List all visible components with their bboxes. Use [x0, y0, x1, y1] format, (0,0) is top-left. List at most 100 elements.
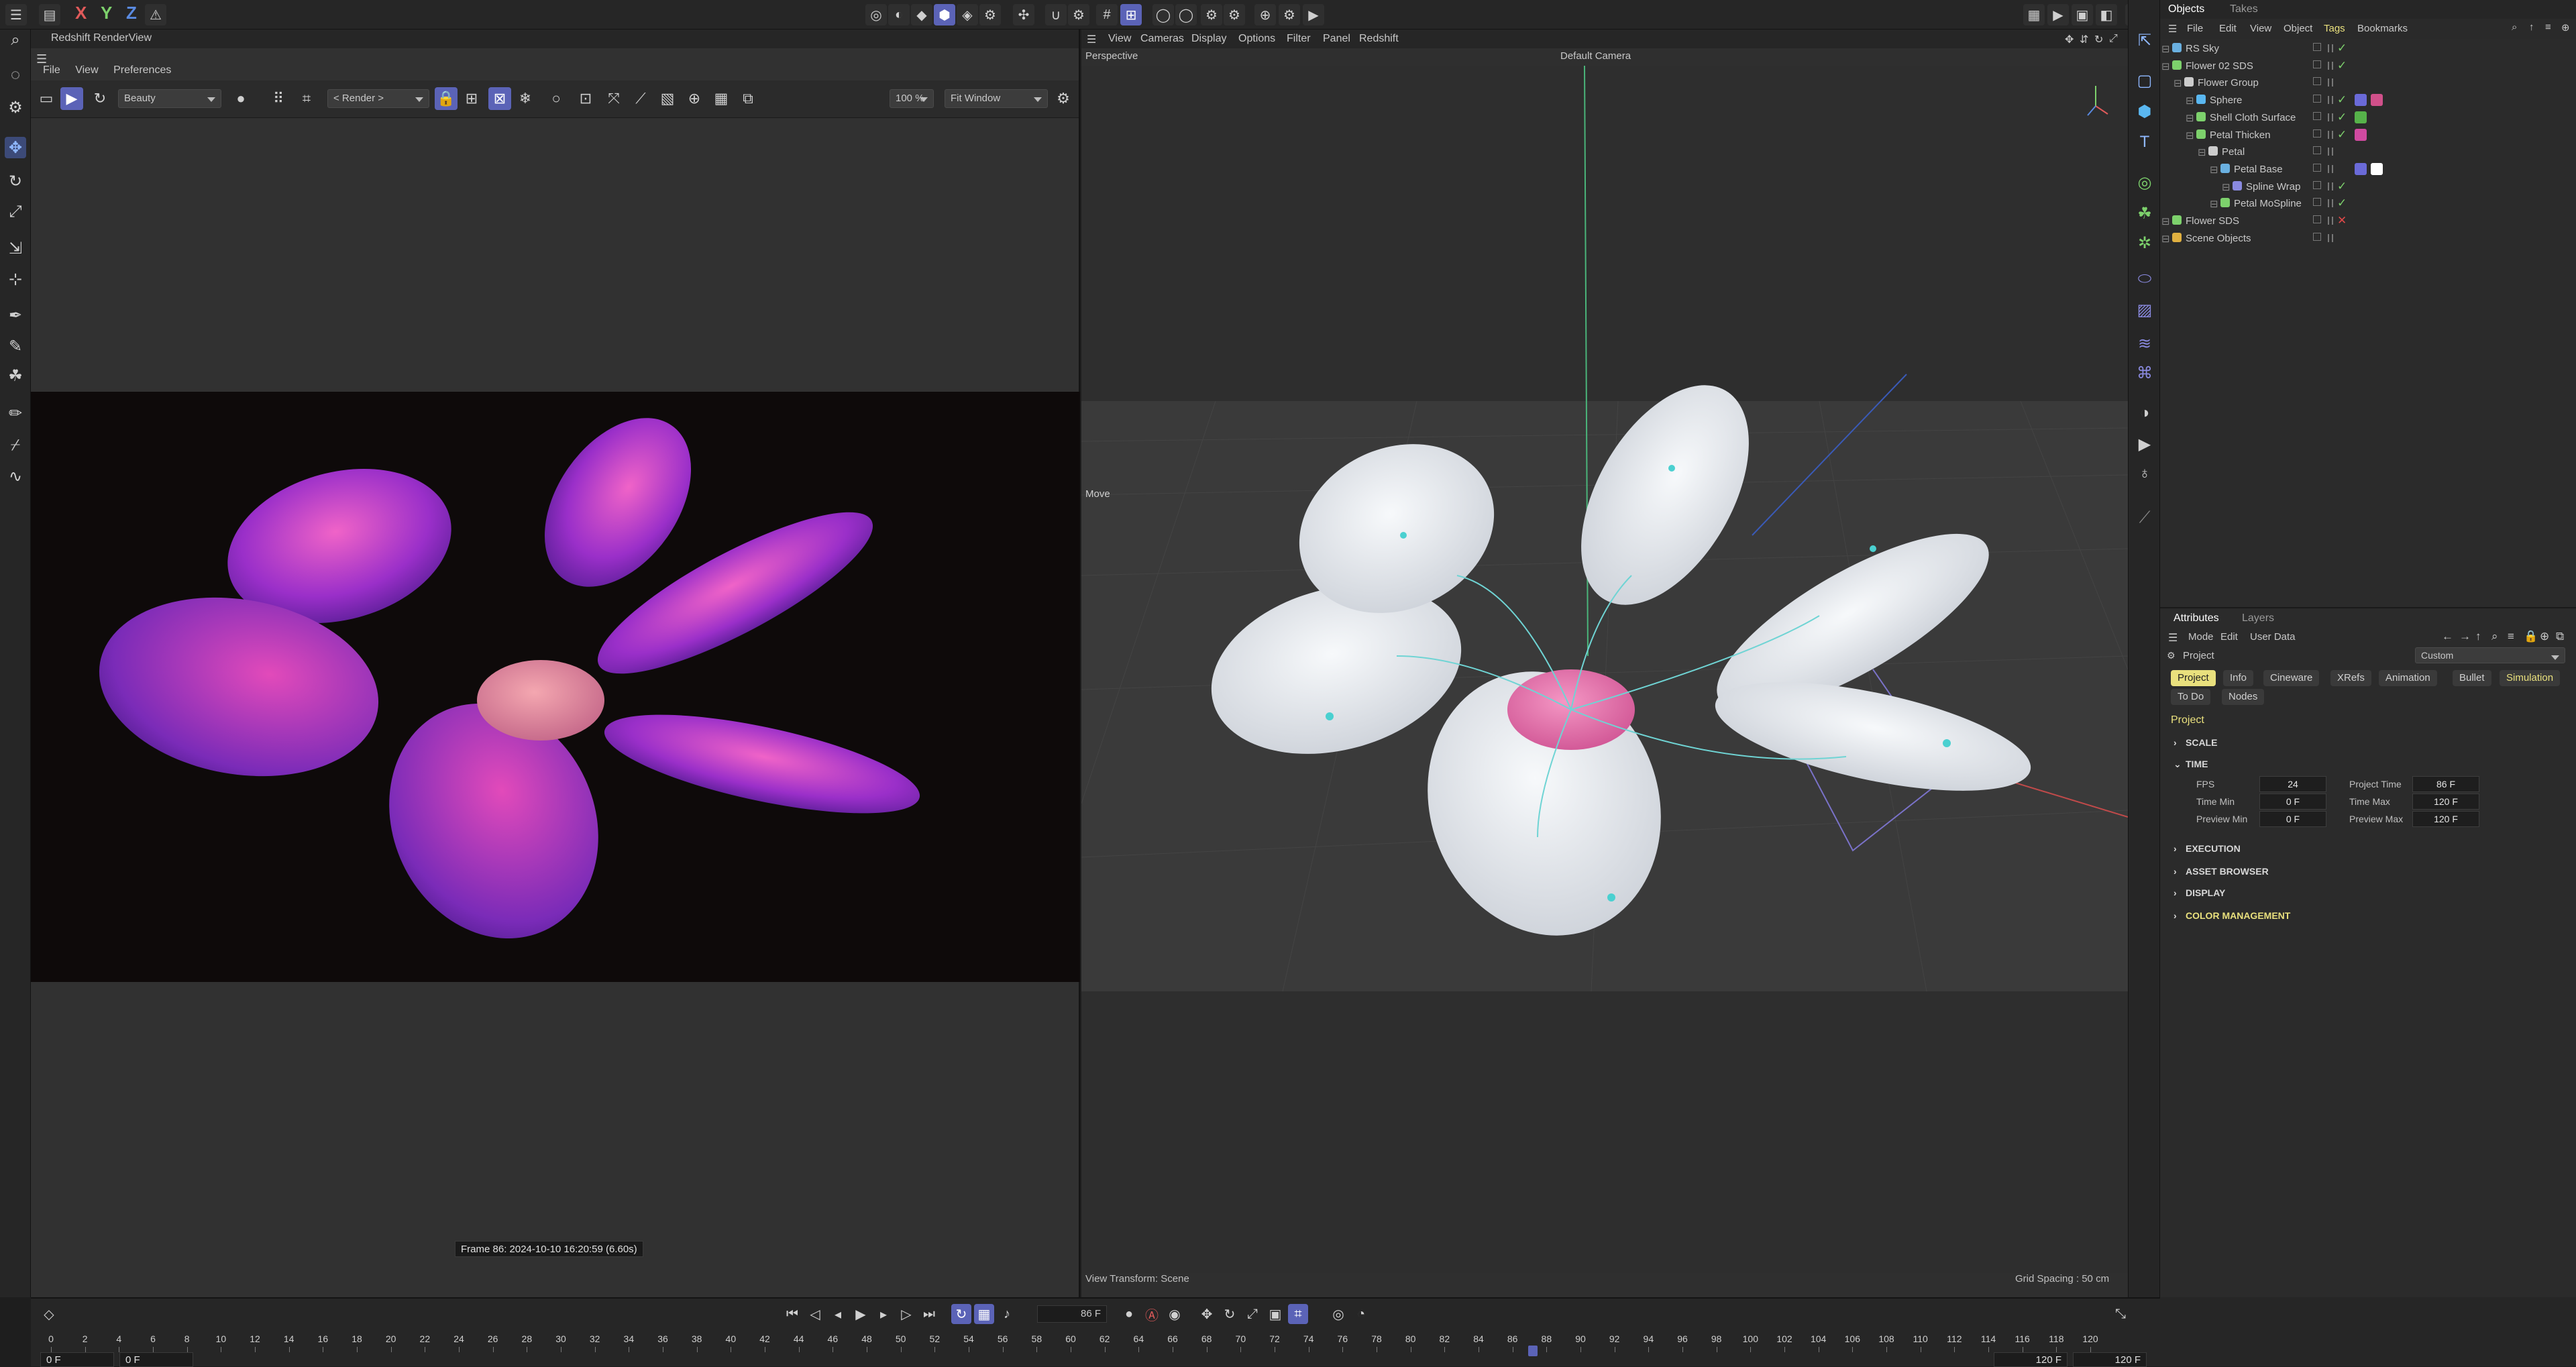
points-mode-icon[interactable]: ◆	[911, 4, 932, 25]
aov-select[interactable]: Beauty	[118, 89, 221, 108]
focus-icon[interactable]: ⊡	[574, 87, 597, 110]
object-row[interactable]: ⊟ Sphere ✓	[2160, 92, 2576, 109]
environment-icon[interactable]: ◑	[2134, 402, 2155, 424]
viewport-pan-icon[interactable]: ✥	[2065, 33, 2074, 46]
expand-toggle-icon[interactable]: ⊟	[2161, 43, 2170, 55]
tab-layers[interactable]: Layers	[2242, 612, 2274, 624]
objects-menu-bookmarks[interactable]: Bookmarks	[2357, 23, 2408, 34]
clapper-icon[interactable]: ▭	[35, 87, 58, 110]
expand-toggle-icon[interactable]: ⊟	[2210, 198, 2218, 210]
section-execution-toggle[interactable]: ›	[2174, 843, 2177, 854]
file-icon[interactable]: ▤	[39, 4, 60, 25]
menu-icon[interactable]: ☰	[5, 4, 27, 25]
object-row[interactable]: ⊟ Spline Wrap ✓	[2160, 178, 2576, 195]
layer-swatch[interactable]	[2313, 60, 2321, 68]
layer-swatch[interactable]	[2313, 95, 2321, 103]
start-frame-field[interactable]: 0 F	[40, 1352, 114, 1367]
attr-tab-animation[interactable]: Animation	[2379, 670, 2437, 686]
renderview-menu-preferences[interactable]: Preferences	[113, 64, 171, 76]
object-name[interactable]: Petal Base	[2234, 164, 2283, 175]
edit-icon[interactable]: ⟋	[2134, 507, 2155, 529]
objects-menu-tags[interactable]: Tags	[2324, 23, 2345, 34]
visibility-toggle[interactable]	[2328, 61, 2333, 70]
timeline-settings-icon[interactable]: ◔	[1351, 1304, 1371, 1324]
lock2-icon[interactable]: ◯	[1175, 4, 1197, 25]
up-arrow-icon[interactable]: ↑	[2475, 630, 2481, 643]
key-param-icon[interactable]: ▣	[1265, 1304, 1285, 1324]
section-execution[interactable]: EXECUTION	[2186, 843, 2241, 854]
knife-icon[interactable]: ⌿	[5, 435, 26, 456]
attr-tab-cineware[interactable]: Cineware	[2263, 670, 2320, 686]
ruler-icon[interactable]: ⟋	[629, 87, 652, 110]
attr-filter-icon[interactable]: ≡	[2508, 630, 2514, 643]
object-name[interactable]: Spline Wrap	[2246, 181, 2300, 193]
attributes-menu-edit[interactable]: Edit	[2220, 631, 2238, 643]
workplane-icon[interactable]: #	[1096, 4, 1118, 25]
objects-menu-edit[interactable]: Edit	[2219, 23, 2237, 34]
enabled-check-icon[interactable]: ✓	[2337, 197, 2347, 210]
subdivision-icon[interactable]: ◎	[2134, 172, 2155, 193]
expand-toggle-icon[interactable]: ⊟	[2186, 112, 2194, 124]
layer-swatch[interactable]	[2313, 77, 2321, 86]
renderview-menu-view[interactable]: View	[75, 64, 98, 76]
attributes-menu-userdata[interactable]: User Data	[2250, 631, 2296, 643]
expand-toggle-icon[interactable]: ⊟	[2174, 77, 2182, 89]
axis-mode-icon[interactable]: ✣	[1013, 4, 1034, 25]
save-image-icon[interactable]: ▧	[656, 87, 679, 110]
render-active-icon[interactable]: ▶	[2047, 4, 2069, 25]
enabled-check-icon[interactable]: ✓	[2337, 128, 2347, 142]
objects-up-icon[interactable]: ↑	[2529, 21, 2534, 33]
object-mode-icon[interactable]: ⬢	[934, 4, 955, 25]
sculpt-icon[interactable]: ✎	[5, 335, 26, 357]
forward-arrow-icon[interactable]: →	[2459, 630, 2471, 643]
attr-tab-project[interactable]: Project	[2171, 670, 2216, 686]
magnet-icon[interactable]: ∪	[1045, 4, 1067, 25]
lock-render-icon[interactable]: 🔒	[435, 87, 458, 110]
layer-swatch[interactable]	[2313, 43, 2321, 51]
smooth-icon[interactable]: ∿	[5, 466, 26, 487]
viewport-maximize-icon[interactable]: ⤢	[2109, 33, 2118, 45]
field-icon[interactable]: ▨	[2134, 299, 2155, 321]
section-scale-toggle[interactable]: ›	[2174, 737, 2177, 748]
object-row[interactable]: ⊟ Petal Thicken ✓	[2160, 127, 2576, 144]
live-selection-icon[interactable]: ◌	[5, 64, 26, 86]
current-frame-field[interactable]: 86 F	[1037, 1305, 1107, 1323]
deformer-icon[interactable]: ⬭	[2134, 268, 2155, 290]
attr-tab-simulation[interactable]: Simulation	[2500, 670, 2561, 686]
disabled-x-icon[interactable]: ✕	[2337, 214, 2347, 227]
layer-swatch[interactable]	[2313, 163, 2321, 172]
next-key-icon[interactable]: ▷	[896, 1304, 916, 1324]
layer-swatch[interactable]	[2313, 146, 2321, 155]
snap-settings-icon[interactable]: ⚙	[1068, 4, 1089, 25]
camera-label[interactable]: Default Camera	[1560, 50, 1631, 62]
effector-icon[interactable]: ✲	[2134, 232, 2155, 254]
section-asset-browser[interactable]: ASSET BROWSER	[2186, 866, 2269, 877]
light-icon[interactable]: ♁	[2134, 463, 2155, 484]
object-tag-icon[interactable]	[2371, 94, 2383, 107]
visibility-toggle[interactable]	[2328, 199, 2333, 208]
object-tag-icon[interactable]	[2355, 111, 2367, 123]
layer-swatch[interactable]	[2313, 111, 2321, 120]
cloner-icon[interactable]: ☘	[2134, 203, 2155, 224]
attr-tab-nodes[interactable]: Nodes	[2222, 689, 2265, 705]
coordinate-system-icon[interactable]: ⚠	[145, 4, 166, 25]
attr-tab-bullet[interactable]: Bullet	[2453, 670, 2491, 686]
section-display-toggle[interactable]: ›	[2174, 887, 2177, 898]
viewport-menu-panel[interactable]: Panel	[1323, 33, 1350, 45]
layer-swatch[interactable]	[2313, 198, 2321, 207]
sound-icon[interactable]: ♪	[997, 1304, 1017, 1324]
loop-icon[interactable]: ↻	[951, 1304, 971, 1324]
expand-toggle-icon[interactable]: ⊟	[2210, 164, 2218, 176]
rgb-channel-icon[interactable]: ●	[229, 87, 252, 110]
object-row[interactable]: ⊟ Petal	[2160, 144, 2576, 160]
object-row[interactable]: ⊟ Flower 02 SDS ✓	[2160, 58, 2576, 74]
axis-y-toggle[interactable]: Y	[101, 3, 112, 23]
visibility-toggle[interactable]	[2328, 113, 2333, 121]
viewport-rotate-icon[interactable]: ↻	[2094, 33, 2103, 46]
attr-lock-icon[interactable]: 🔒	[2524, 630, 2538, 643]
object-tag-icon[interactable]	[2371, 162, 2383, 175]
freeze-icon[interactable]: ❄	[514, 87, 537, 110]
visibility-toggle[interactable]	[2328, 96, 2333, 105]
time-min-field[interactable]: 0 F	[2259, 794, 2326, 810]
objects-menu-icon[interactable]: ☰	[2168, 23, 2177, 35]
